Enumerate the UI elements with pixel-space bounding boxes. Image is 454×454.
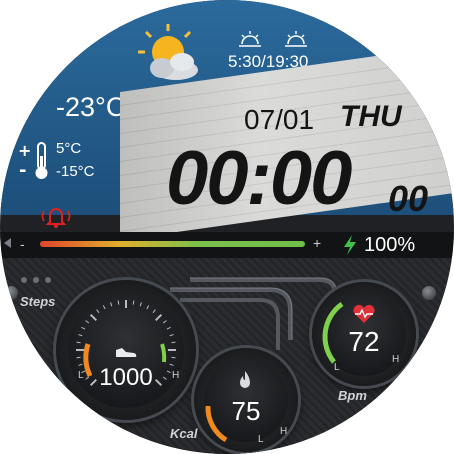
steps-low-label: L xyxy=(78,370,84,381)
battery-percent: 100% xyxy=(364,234,416,256)
steps-value: 1000 xyxy=(99,364,153,391)
screw-right xyxy=(422,286,436,300)
svg-text:+: + xyxy=(18,141,31,160)
battery-bar-track xyxy=(40,241,305,247)
gauge-tick xyxy=(89,313,98,322)
battery-minus-sign: - xyxy=(20,236,25,252)
steps-label: Steps xyxy=(20,294,56,309)
calories-high-label: H xyxy=(280,426,288,437)
date-day-month: 07/01 xyxy=(244,104,315,135)
alarm-bell-icon[interactable] xyxy=(40,205,72,229)
flame-icon xyxy=(240,371,250,388)
gauge-tick xyxy=(162,320,167,324)
low-temperature: -15°C xyxy=(56,163,95,180)
gauge-tick xyxy=(171,341,176,344)
gauge-tick xyxy=(169,363,174,366)
time-hours-minutes: 00:00 xyxy=(166,136,352,221)
calories-value: 75 xyxy=(231,396,261,426)
sunset-icon xyxy=(285,31,307,47)
gauge-tick xyxy=(96,309,100,314)
gauge-tick xyxy=(171,356,176,359)
arrow-left-icon xyxy=(4,238,11,248)
gauge-tick xyxy=(76,341,81,344)
gauge-tick xyxy=(166,370,171,374)
heart-low-label: L xyxy=(334,362,340,373)
gauge-tick xyxy=(146,305,150,310)
current-temperature: -23°C xyxy=(56,92,126,122)
battery-plus-sign: + xyxy=(313,235,322,251)
gauge-tick xyxy=(139,302,142,307)
high-temperature: 5°C xyxy=(56,140,82,157)
gauge-tick xyxy=(76,356,81,359)
gauge-tick xyxy=(78,363,83,366)
heart-rate-value: 72 xyxy=(348,326,380,357)
gauge-tick xyxy=(102,305,106,310)
gauge-tick xyxy=(85,320,90,324)
calories-label: Kcal xyxy=(170,426,198,441)
calories-low-label: L xyxy=(258,434,264,445)
partly-cloudy-icon xyxy=(138,24,198,80)
gauge-tick xyxy=(78,334,83,337)
page-dots[interactable] xyxy=(20,276,58,284)
screw-left xyxy=(4,286,18,300)
steps-high-label: H xyxy=(172,370,180,381)
heart-icon xyxy=(353,304,375,323)
battery-bar-fill xyxy=(40,241,305,247)
gauge-tick xyxy=(166,326,171,330)
gauge-tick xyxy=(169,334,174,337)
gauge-tick xyxy=(110,302,113,307)
svg-text:-: - xyxy=(19,160,26,181)
watch-face: 5:30/19:30 -23°C + - 5°C -15°C 07/01 THU… xyxy=(0,0,454,454)
heart-rate-label: Bpm xyxy=(338,388,367,403)
shoe-icon xyxy=(116,348,137,357)
charging-bolt-icon xyxy=(344,235,356,255)
time-seconds: 00 xyxy=(388,178,429,219)
heart-high-label: H xyxy=(392,354,400,365)
gauge-tick xyxy=(152,309,156,314)
date-weekday: THU xyxy=(340,100,402,133)
thermometer-icon: + - xyxy=(18,141,48,181)
gauge-tick xyxy=(81,326,86,330)
sunrise-icon xyxy=(239,31,261,47)
gauge-tick xyxy=(132,300,135,305)
gauge-tick xyxy=(154,313,163,322)
gauge-tick xyxy=(117,300,120,305)
